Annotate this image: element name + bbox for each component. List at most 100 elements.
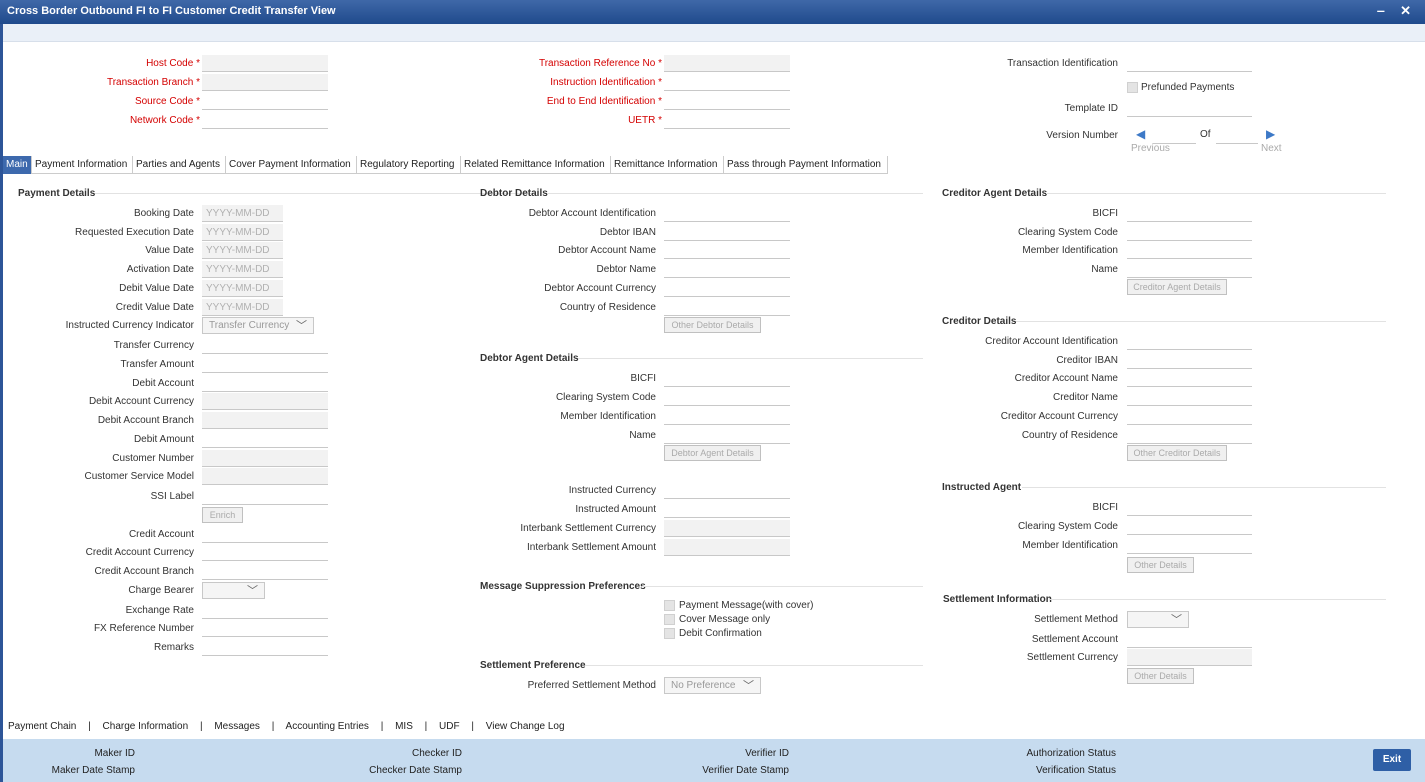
debit-account-input[interactable] <box>202 375 328 392</box>
requested-execution-date-input[interactable] <box>202 224 283 241</box>
debit-account-branch-input[interactable] <box>202 412 328 429</box>
nav-messages[interactable]: Messages <box>214 721 260 732</box>
host-code-input[interactable] <box>202 55 328 72</box>
transaction-branch-input[interactable] <box>202 74 328 91</box>
tab-regulatory-reporting[interactable]: Regulatory Reporting <box>357 156 461 174</box>
charge-bearer-select[interactable]: ﹀ <box>202 582 265 599</box>
debtor-iban-label: Debtor IBAN <box>599 227 656 238</box>
debit-account-currency-input[interactable] <box>202 393 328 410</box>
credit-account-branch-input[interactable] <box>202 563 328 580</box>
next-arrow-icon[interactable]: ▶ <box>1266 127 1275 141</box>
debtor-account-name-input[interactable] <box>664 242 790 259</box>
debtor-agent-member-identification-input[interactable] <box>664 408 790 425</box>
tab-payment-information[interactable]: Payment Information <box>32 156 133 174</box>
version-current-input[interactable] <box>1153 127 1196 144</box>
credit-account-input[interactable] <box>202 526 328 543</box>
nav-mis[interactable]: MIS <box>395 721 413 732</box>
window-controls[interactable]: ‒ ✕ <box>1377 3 1417 19</box>
debtor-agent-clearing-system-code-input[interactable] <box>664 389 790 406</box>
nav-charge-information[interactable]: Charge Information <box>103 721 189 732</box>
creditor-account-name-input[interactable] <box>1127 370 1252 387</box>
instructed-amount-input[interactable] <box>664 501 790 518</box>
tab-pass-through-payment-information[interactable]: Pass through Payment Information <box>724 156 888 174</box>
interbank-settlement-amount-input[interactable] <box>664 539 790 556</box>
interbank-settlement-currency-input[interactable] <box>664 520 790 537</box>
creditor-agent-details-button[interactable]: Creditor Agent Details <box>1127 279 1227 295</box>
tab-related-remittance-information[interactable]: Related Remittance Information <box>461 156 611 174</box>
debtor-agent-bicfi-input[interactable] <box>664 370 790 387</box>
debtor-agent-name-input[interactable] <box>664 427 790 444</box>
remarks-input[interactable] <box>202 639 328 656</box>
ssi-label-input[interactable] <box>202 488 328 505</box>
source-code-input[interactable] <box>202 93 328 110</box>
tab-main[interactable]: Main <box>3 156 32 174</box>
next-label[interactable]: Next <box>1261 143 1282 154</box>
creditor-agent-bicfi-input[interactable] <box>1127 205 1252 222</box>
previous-arrow-icon[interactable]: ◀ <box>1136 127 1145 141</box>
nav-separator: | <box>88 721 91 732</box>
other-debtor-details-button[interactable]: Other Debtor Details <box>664 317 761 333</box>
preferred-settlement-method-select[interactable]: No Preference ﹀ <box>664 677 761 694</box>
instruction-identification-input[interactable] <box>664 74 790 91</box>
end-to-end-identification-input[interactable] <box>664 93 790 110</box>
creditor-iban-input[interactable] <box>1127 352 1252 369</box>
exchange-rate-input[interactable] <box>202 602 328 619</box>
instructed-agent-clearing-system-code-input[interactable] <box>1127 518 1252 535</box>
nav-accounting-entries[interactable]: Accounting Entries <box>286 721 369 732</box>
debtor-agent-details-button[interactable]: Debtor Agent Details <box>664 445 761 461</box>
instructed-agent-other-details-button[interactable]: Other Details <box>1127 557 1194 573</box>
nav-payment-chain[interactable]: Payment Chain <box>8 721 76 732</box>
instructed-agent-bicfi-input[interactable] <box>1127 499 1252 516</box>
other-creditor-details-button[interactable]: Other Creditor Details <box>1127 445 1227 461</box>
debtor-account-currency-input[interactable] <box>664 280 790 297</box>
transaction-reference-input[interactable] <box>664 55 790 72</box>
cover-message-checkbox[interactable] <box>664 614 675 625</box>
creditor-account-currency-input[interactable] <box>1127 408 1252 425</box>
settlement-other-details-button[interactable]: Other Details <box>1127 668 1194 684</box>
enrich-button[interactable]: Enrich <box>202 507 243 523</box>
network-code-input[interactable] <box>202 112 328 129</box>
settlement-method-select[interactable]: ﹀ <box>1127 611 1189 628</box>
tab-parties-and-agents[interactable]: Parties and Agents <box>133 156 226 174</box>
instructed-agent-member-identification-input[interactable] <box>1127 537 1252 554</box>
transfer-currency-input[interactable] <box>202 337 328 354</box>
fx-reference-number-input[interactable] <box>202 620 328 637</box>
debtor-account-identification-input[interactable] <box>664 205 790 222</box>
uetr-input[interactable] <box>664 112 790 129</box>
debit-confirmation-checkbox[interactable] <box>664 628 675 639</box>
previous-label[interactable]: Previous <box>1131 143 1170 154</box>
debit-value-date-input[interactable] <box>202 280 283 297</box>
value-date-input[interactable] <box>202 242 283 259</box>
creditor-agent-name-input[interactable] <box>1127 261 1252 278</box>
customer-service-model-input[interactable] <box>202 468 328 485</box>
debtor-name-input[interactable] <box>664 261 790 278</box>
tab-cover-payment-information[interactable]: Cover Payment Information <box>226 156 357 174</box>
creditor-agent-member-identification-input[interactable] <box>1127 242 1252 259</box>
settlement-currency-input[interactable] <box>1127 649 1252 666</box>
template-id-input[interactable] <box>1127 100 1252 117</box>
transfer-amount-input[interactable] <box>202 356 328 373</box>
transaction-reference-label: Transaction Reference No * <box>538 58 662 69</box>
nav-view-change-log[interactable]: View Change Log <box>486 721 565 732</box>
creditor-agent-clearing-system-code-input[interactable] <box>1127 224 1252 241</box>
instructed-currency-input[interactable] <box>664 482 790 499</box>
credit-account-currency-input[interactable] <box>202 544 328 561</box>
creditor-account-identification-input[interactable] <box>1127 333 1252 350</box>
debtor-iban-input[interactable] <box>664 224 790 241</box>
debtor-country-of-residence-input[interactable] <box>664 299 790 316</box>
credit-value-date-input[interactable] <box>202 299 283 316</box>
debit-amount-input[interactable] <box>202 431 328 448</box>
prefunded-payments-checkbox[interactable] <box>1127 82 1138 93</box>
exit-button[interactable]: Exit <box>1373 749 1411 771</box>
creditor-country-of-residence-input[interactable] <box>1127 427 1252 444</box>
activation-date-input[interactable] <box>202 261 283 278</box>
booking-date-input[interactable] <box>202 205 283 222</box>
settlement-account-input[interactable] <box>1127 631 1252 648</box>
transaction-identification-input[interactable] <box>1127 55 1252 72</box>
payment-message-checkbox[interactable] <box>664 600 675 611</box>
tab-remittance-information[interactable]: Remittance Information <box>611 156 724 174</box>
nav-udf[interactable]: UDF <box>439 721 460 732</box>
creditor-name-input[interactable] <box>1127 389 1252 406</box>
customer-number-input[interactable] <box>202 450 328 467</box>
instructed-currency-indicator-select[interactable]: Transfer Currency ﹀ <box>202 317 314 334</box>
